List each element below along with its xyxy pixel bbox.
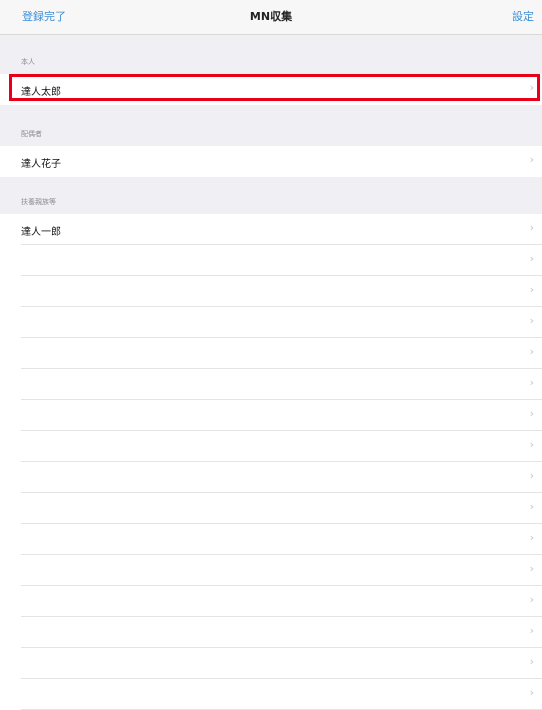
chevron-right-icon: ›: [529, 314, 534, 327]
section-header-spouse: 配偶者: [0, 105, 542, 146]
empty-list-item[interactable]: ›: [0, 679, 542, 710]
chevron-right-icon: ›: [529, 283, 534, 296]
empty-list-item[interactable]: ›: [0, 493, 542, 524]
empty-list-item[interactable]: ›: [0, 400, 542, 431]
selection-highlight: [9, 74, 540, 101]
empty-list-item[interactable]: ›: [0, 648, 542, 679]
empty-list-item[interactable]: ›: [0, 431, 542, 462]
list-item-label: 達人一郎: [21, 227, 61, 238]
chevron-right-icon: ›: [529, 562, 534, 575]
chevron-right-icon: ›: [529, 221, 534, 234]
chevron-right-icon: ›: [529, 500, 534, 513]
chevron-right-icon: ›: [529, 407, 534, 420]
chevron-right-icon: ›: [529, 686, 534, 699]
chevron-right-icon: ›: [529, 624, 534, 637]
empty-list-item[interactable]: ›: [0, 555, 542, 586]
empty-list-item[interactable]: ›: [0, 338, 542, 369]
section-header-label: 扶養親族等: [21, 198, 56, 206]
empty-list-item[interactable]: ›: [0, 586, 542, 617]
chevron-right-icon: ›: [529, 531, 534, 544]
navigation-bar: 登録完了 MN収集 設定: [0, 0, 542, 35]
page-title: MN収集: [249, 10, 293, 23]
empty-list-item[interactable]: ›: [0, 307, 542, 338]
section-header-label: 本人: [21, 58, 35, 66]
settings-button[interactable]: 設定: [512, 8, 534, 24]
empty-list-item[interactable]: ›: [0, 462, 542, 493]
empty-list-item[interactable]: ›: [0, 245, 542, 276]
chevron-right-icon: ›: [529, 593, 534, 606]
list-item-spouse[interactable]: 達人花子 ›: [0, 146, 542, 177]
section-header-label: 配偶者: [21, 130, 42, 138]
list-item-dependent[interactable]: 達人一郎 ›: [0, 214, 542, 245]
chevron-right-icon: ›: [529, 252, 534, 265]
chevron-right-icon: ›: [529, 376, 534, 389]
section-header-dependents: 扶養親族等: [0, 177, 542, 214]
empty-list-item[interactable]: ›: [0, 369, 542, 400]
chevron-right-icon: ›: [529, 655, 534, 668]
empty-list-item[interactable]: ›: [0, 617, 542, 648]
section-header-self: 本人: [0, 35, 542, 74]
chevron-right-icon: ›: [529, 469, 534, 482]
empty-list-item[interactable]: ›: [0, 524, 542, 555]
empty-list-item[interactable]: ›: [0, 276, 542, 307]
list-item-label: 達人花子: [21, 159, 61, 170]
chevron-right-icon: ›: [529, 153, 534, 166]
chevron-right-icon: ›: [529, 438, 534, 451]
chevron-right-icon: ›: [529, 345, 534, 358]
